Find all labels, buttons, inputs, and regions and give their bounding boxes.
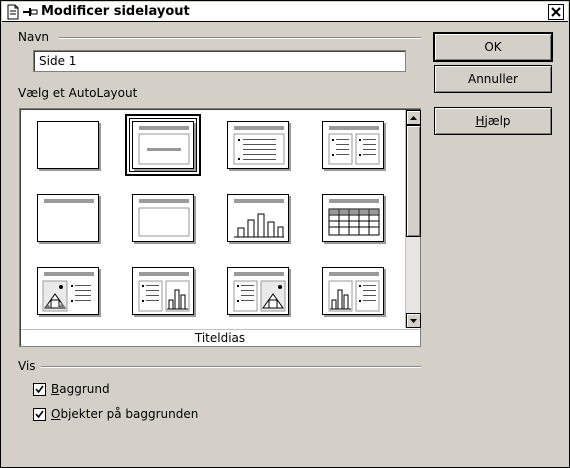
- layout-tile-title-clipart-text[interactable]: [37, 267, 99, 315]
- title-only-layout-icon: [44, 199, 94, 203]
- layout-grid: [20, 109, 404, 329]
- scroll-thumb[interactable]: [406, 125, 421, 237]
- layout-selector: Titeldias: [19, 108, 421, 347]
- help-label-rest: jælp: [484, 114, 511, 128]
- help-button[interactable]: Hjælp: [434, 107, 552, 135]
- selected-layout-caption: Titeldias: [21, 329, 419, 346]
- blank-layout-icon: [38, 122, 100, 170]
- name-section-label: Navn: [18, 30, 50, 44]
- layout-tile-title-only[interactable]: [37, 194, 99, 242]
- checkmark-icon: [35, 385, 44, 394]
- background-label-rest: aggrund: [59, 382, 110, 396]
- title-table-layout-icon: [328, 199, 380, 236]
- layout-tile-title-chart[interactable]: [227, 194, 289, 242]
- name-input[interactable]: [33, 50, 406, 72]
- layout-tile-title-table[interactable]: [322, 194, 384, 242]
- scroll-down-button[interactable]: [406, 313, 421, 328]
- layout-tile-blank[interactable]: [37, 121, 99, 169]
- close-button[interactable]: [548, 4, 564, 20]
- view-separator: [41, 366, 421, 368]
- scroll-up-button[interactable]: [406, 110, 421, 125]
- name-separator: [59, 37, 421, 39]
- objects-label-rest: bjekter på baggrunden: [60, 407, 199, 421]
- window-title: Modificer sidelayout: [41, 4, 190, 19]
- layout-tile-title-content[interactable]: [227, 121, 289, 169]
- title-chart-text-layout-icon: [328, 272, 380, 312]
- layout-tile-title-text-clipart[interactable]: [227, 267, 289, 315]
- cancel-button[interactable]: Annuller: [434, 65, 552, 93]
- background-checkbox[interactable]: [33, 383, 46, 396]
- arrow-up-icon: [410, 115, 417, 120]
- arrow-down-icon: [410, 318, 417, 323]
- title-content-layout-icon: [233, 126, 285, 165]
- centered-text-layout-icon: [138, 199, 190, 237]
- title-text-clipart-layout-icon: [233, 272, 286, 312]
- title-slide-layout-icon: [138, 126, 190, 165]
- title-text-chart-layout-icon: [138, 272, 190, 312]
- title-2-content-layout-icon: [328, 126, 380, 165]
- view-section-label: Vis: [18, 359, 36, 373]
- objects-on-background-label[interactable]: Objekter på baggrunden: [51, 407, 198, 421]
- title-chart-layout-icon: [234, 199, 284, 238]
- title-clipart-text-layout-icon: [42, 272, 94, 312]
- background-checkbox-label[interactable]: Baggrund: [51, 382, 110, 396]
- layout-tile-title-slide[interactable]: [125, 114, 201, 176]
- close-icon: [551, 7, 561, 17]
- layout-tile-title-chart-text[interactable]: [322, 267, 384, 315]
- layout-scrollbar[interactable]: [405, 110, 421, 328]
- layout-tile-centered-text[interactable]: [132, 194, 194, 242]
- checkmark-icon: [35, 410, 44, 419]
- layout-tile-title-2-content[interactable]: [322, 121, 384, 169]
- layout-tile-title-text-chart[interactable]: [132, 267, 194, 315]
- title-bar[interactable]: Modificer sidelayout: [2, 2, 568, 22]
- background-mnemonic: B: [51, 382, 60, 396]
- ok-button[interactable]: OK: [434, 33, 552, 61]
- objects-on-background-checkbox[interactable]: [33, 408, 46, 421]
- document-icon: [7, 4, 19, 20]
- dialog-window: Modificer sidelayout Navn Vælg et AutoLa…: [0, 0, 570, 468]
- pin-icon[interactable]: [22, 5, 38, 19]
- layout-section-label: Vælg et AutoLayout: [18, 86, 138, 100]
